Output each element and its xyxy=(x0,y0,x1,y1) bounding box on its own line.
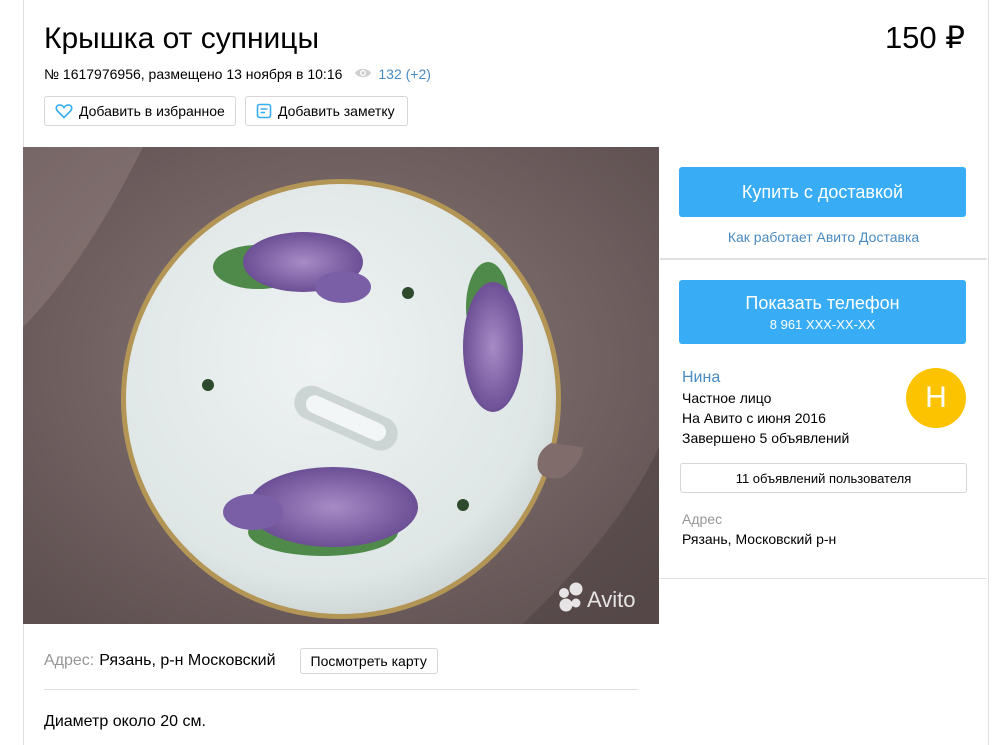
add-to-favorites-label: Добавить в избранное xyxy=(79,103,225,119)
seller-address-label: Адрес xyxy=(682,511,723,527)
location-value: Рязань, р-н Московский xyxy=(99,652,276,669)
delivery-panel: Купить с доставкой Как работает Авито До… xyxy=(660,147,987,259)
note-icon xyxy=(256,103,272,119)
eye-icon xyxy=(354,66,372,82)
view-map-button[interactable]: Посмотреть карту xyxy=(299,648,438,674)
sidebar: Купить с доставкой Как работает Авито До… xyxy=(660,147,987,579)
listing-meta: № 1617976956, размещено 13 ноября в 10:1… xyxy=(44,66,431,82)
views-count: 132 (+2) xyxy=(378,66,431,82)
show-phone-button[interactable]: Показать телефон 8 961 XXX-XX-XX xyxy=(679,280,966,344)
seller-panel: Показать телефон 8 961 XXX-XX-XX Нина Ча… xyxy=(660,259,987,579)
seller-type: Частное лицо xyxy=(682,390,772,406)
add-note-label: Добавить заметку xyxy=(278,103,395,119)
seller-address: Рязань, Московский р-н xyxy=(682,531,837,547)
user-ads-button[interactable]: 11 объявлений пользователя xyxy=(680,463,967,493)
show-phone-label: Показать телефон xyxy=(745,292,900,313)
listing-photo[interactable]: Avito xyxy=(23,147,659,624)
add-to-favorites-button[interactable]: Добавить в избранное xyxy=(44,96,236,126)
buy-with-delivery-button[interactable]: Купить с доставкой xyxy=(679,167,966,217)
add-note-button[interactable]: Добавить заметку xyxy=(245,96,408,126)
listing-price: 150 ₽ xyxy=(884,20,965,55)
delivery-info-link[interactable]: Как работает Авито Доставка xyxy=(660,229,987,245)
listing-id-date: № 1617976956, размещено 13 ноября в 10:1… xyxy=(44,66,343,82)
soup-tureen-lid-image: Avito xyxy=(23,147,659,624)
seller-avatar[interactable]: Н xyxy=(906,368,966,428)
seller-since: На Авито с июня 2016 xyxy=(682,410,826,426)
divider xyxy=(44,689,638,690)
listing-description: Диаметр около 20 см. xyxy=(44,713,206,730)
heart-icon xyxy=(55,103,73,119)
masked-phone: 8 961 XXX-XX-XX xyxy=(769,316,876,332)
seller-completed: Завершено 5 объявлений xyxy=(682,430,850,446)
svg-text:Avito: Avito xyxy=(587,587,636,612)
location-label: Адрес: xyxy=(44,652,95,669)
seller-name-link[interactable]: Нина xyxy=(682,369,720,387)
location-row: Адрес: Рязань, р-н Московский Посмотреть… xyxy=(44,648,438,674)
buy-with-delivery-label: Купить с доставкой xyxy=(741,181,904,202)
listing-title: Крышка от супницы xyxy=(44,22,320,55)
